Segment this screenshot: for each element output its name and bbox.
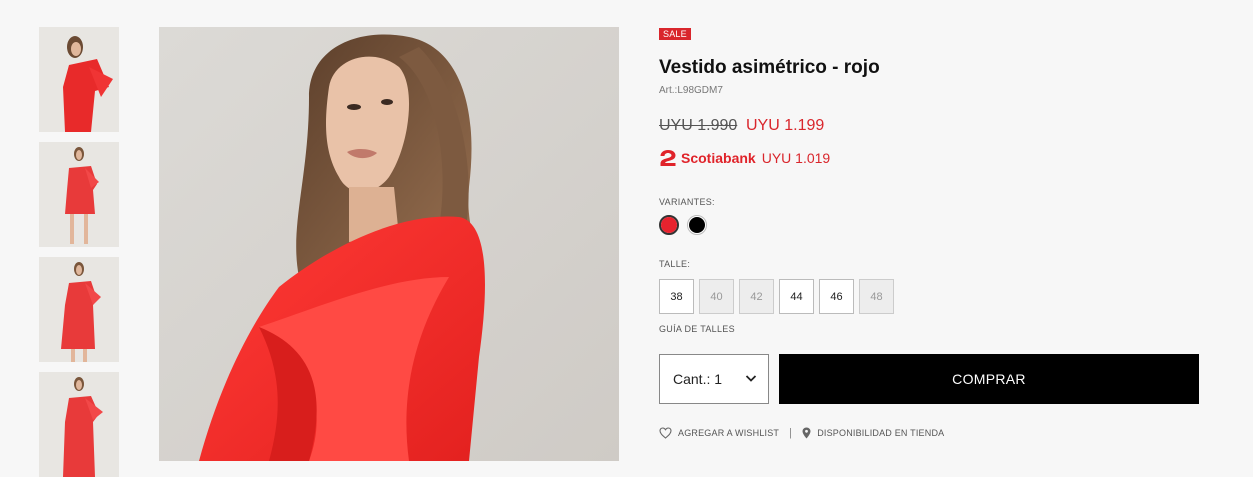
- product-title: Vestido asimétrico - rojo: [659, 57, 880, 78]
- thumbnail-4[interactable]: [39, 372, 119, 477]
- store-availability-link[interactable]: DISPONIBILIDAD EN TIENDA: [802, 427, 944, 439]
- heart-icon: [659, 427, 672, 439]
- scotiabank-logo-icon: [660, 150, 676, 166]
- original-price: UYU 1.990: [659, 117, 738, 134]
- main-product-photo: [159, 27, 619, 461]
- color-swatches: [659, 215, 707, 235]
- scotiabank-logo: Scotiabank: [659, 149, 756, 167]
- bank-name: Scotiabank: [681, 150, 756, 166]
- size-option-48[interactable]: 48: [859, 279, 894, 314]
- size-option-42[interactable]: 42: [739, 279, 774, 314]
- swatch-black[interactable]: [687, 215, 707, 235]
- swatch-black-color: [689, 217, 705, 233]
- availability-label: DISPONIBILIDAD EN TIENDA: [817, 428, 945, 438]
- swatch-red[interactable]: [659, 215, 679, 235]
- thumbnail-2[interactable]: [39, 142, 119, 247]
- size-option-46[interactable]: 46: [819, 279, 854, 314]
- wishlist-label: AGREGAR A WISHLIST: [678, 428, 780, 438]
- swatch-red-color: [661, 217, 677, 233]
- size-option-40[interactable]: 40: [699, 279, 734, 314]
- location-pin-icon: [802, 427, 811, 439]
- bank-price: UYU 1.019: [761, 150, 831, 166]
- buy-button[interactable]: COMPRAR: [779, 354, 1199, 404]
- thumbnail-4-image: [39, 372, 119, 477]
- links-separator: |: [789, 427, 793, 439]
- thumbnail-1[interactable]: [39, 27, 119, 132]
- sale-badge: SALE: [659, 28, 691, 40]
- main-product-image[interactable]: [159, 27, 619, 461]
- thumbnail-3[interactable]: [39, 257, 119, 362]
- quantity-label: Cant.: 1: [673, 371, 723, 387]
- chevron-down-icon: [745, 375, 757, 382]
- product-actions: AGREGAR A WISHLIST | DISPONIBILIDAD EN T…: [659, 427, 944, 439]
- sale-price: UYU 1.199: [746, 117, 825, 134]
- thumbnail-2-image: [39, 142, 119, 247]
- thumbnail-3-image: [39, 257, 119, 362]
- size-guide-link[interactable]: GUÍA DE TALLES: [659, 324, 735, 334]
- variants-label: VARIANTES:: [659, 197, 715, 207]
- wishlist-link[interactable]: AGREGAR A WISHLIST: [659, 427, 779, 439]
- product-info: SALE Vestido asimétrico - rojo Art.:L98G…: [659, 0, 1219, 461]
- quantity-select[interactable]: Cant.: 1: [659, 354, 769, 404]
- product-sku: Art.:L98GDM7: [659, 85, 723, 96]
- size-label: TALLE:: [659, 259, 691, 269]
- size-selector: 38 40 42 44 46 48: [659, 279, 894, 314]
- thumbnail-1-image: [39, 27, 119, 132]
- bank-promo: Scotiabank UYU 1.019: [659, 147, 830, 169]
- size-option-44[interactable]: 44: [779, 279, 814, 314]
- size-option-38[interactable]: 38: [659, 279, 694, 314]
